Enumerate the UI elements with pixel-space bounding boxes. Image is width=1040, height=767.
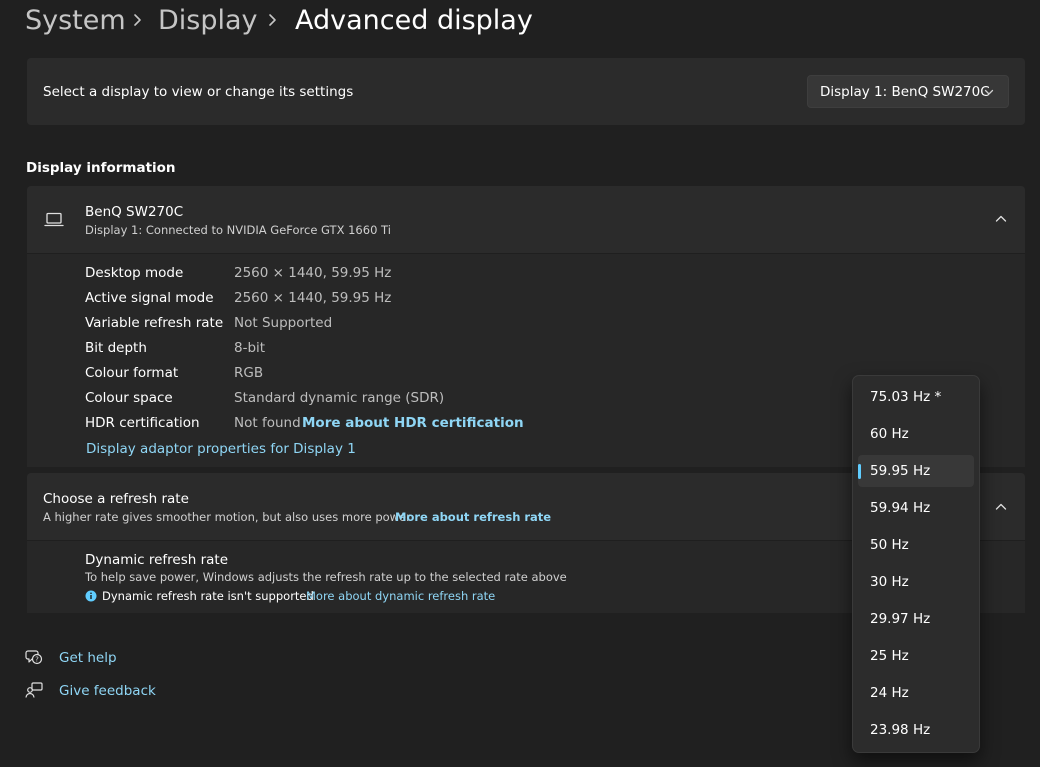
chevron-down-icon: [984, 89, 994, 95]
feedback-icon: [25, 682, 43, 698]
chevron-up-icon: [995, 503, 1007, 510]
info-value-variable-refresh-rate: Not Supported: [234, 315, 333, 331]
refresh-rate-option[interactable]: 75.03 Hz *: [858, 381, 974, 413]
refresh-rate-option[interactable]: 24 Hz: [858, 677, 974, 709]
refresh-rate-subtitle: A higher rate gives smoother motion, but…: [43, 510, 411, 524]
chevron-right-icon: [269, 14, 276, 26]
info-value-bit-depth: 8-bit: [234, 340, 266, 356]
refresh-rate-option[interactable]: 29.97 Hz: [858, 603, 974, 635]
chevron-right-icon: [134, 14, 141, 26]
info-value-hdr-certification: Not found: [234, 415, 301, 431]
info-label-colour-format: Colour format: [85, 365, 179, 381]
refresh-rate-option[interactable]: 30 Hz: [858, 566, 974, 598]
info-label-bit-depth: Bit depth: [85, 340, 147, 356]
refresh-rate-option[interactable]: 50 Hz: [858, 529, 974, 561]
display-adapter-properties-link[interactable]: Display adaptor properties for Display 1: [86, 441, 356, 457]
info-label-hdr-certification: HDR certification: [85, 415, 200, 431]
info-icon: [85, 590, 97, 602]
page-title: Advanced display: [295, 5, 533, 36]
refresh-rate-link[interactable]: More about refresh rate: [395, 510, 551, 524]
info-label-desktop-mode: Desktop mode: [85, 265, 184, 281]
give-feedback-label: Give feedback: [59, 683, 156, 699]
refresh-rate-option[interactable]: 25 Hz: [858, 640, 974, 672]
display-info-header[interactable]: BenQ SW270C Display 1: Connected to NVID…: [27, 186, 1025, 253]
dynamic-refresh-rate-link[interactable]: More about dynamic refresh rate: [306, 589, 495, 603]
dynamic-refresh-rate-description: To help save power, Windows adjusts the …: [85, 570, 567, 584]
section-title-display-information: Display information: [26, 160, 176, 176]
hdr-certification-link[interactable]: More about HDR certification: [302, 415, 524, 431]
info-label-colour-space: Colour space: [85, 390, 173, 406]
svg-text:?: ?: [35, 656, 39, 664]
laptop-icon: [44, 212, 64, 227]
info-value-active-signal-mode: 2560 × 1440, 59.95 Hz: [234, 290, 392, 306]
dynamic-refresh-rate-warning: Dynamic refresh rate isn't supported: [102, 589, 314, 603]
select-display-label: Select a display to view or change its s…: [43, 84, 354, 100]
give-feedback-link[interactable]: Give feedback: [25, 681, 165, 703]
breadcrumb-display[interactable]: Display: [158, 4, 258, 38]
monitor-subtitle: Display 1: Connected to NVIDIA GeForce G…: [85, 223, 391, 237]
info-value-desktop-mode: 2560 × 1440, 59.95 Hz: [234, 265, 392, 281]
get-help-link[interactable]: ? Get help: [25, 648, 155, 670]
refresh-rate-dropdown: 75.03 Hz * 60 Hz 59.95 Hz 59.94 Hz 50 Hz…: [852, 375, 980, 753]
info-value-colour-format: RGB: [234, 365, 264, 381]
help-icon: ?: [25, 650, 43, 665]
refresh-rate-option[interactable]: 23.98 Hz: [858, 714, 974, 746]
refresh-rate-title: Choose a refresh rate: [43, 491, 189, 507]
selection-indicator: [858, 464, 861, 479]
display-select-dropdown[interactable]: Display 1: BenQ SW270C: [807, 75, 1009, 108]
refresh-rate-option[interactable]: 59.94 Hz: [858, 492, 974, 524]
breadcrumb-system[interactable]: System: [25, 4, 126, 38]
dynamic-refresh-rate-title: Dynamic refresh rate: [85, 552, 229, 568]
chevron-up-icon: [995, 215, 1007, 222]
info-label-active-signal-mode: Active signal mode: [85, 290, 214, 306]
refresh-rate-option-selected[interactable]: 59.95 Hz: [858, 455, 974, 487]
get-help-label: Get help: [59, 650, 117, 666]
refresh-rate-option[interactable]: 60 Hz: [858, 418, 974, 450]
monitor-name: BenQ SW270C: [85, 204, 184, 220]
display-select-value: Display 1: BenQ SW270C: [820, 84, 990, 100]
info-value-colour-space: Standard dynamic range (SDR): [234, 390, 445, 406]
info-label-variable-refresh-rate: Variable refresh rate: [85, 315, 224, 331]
